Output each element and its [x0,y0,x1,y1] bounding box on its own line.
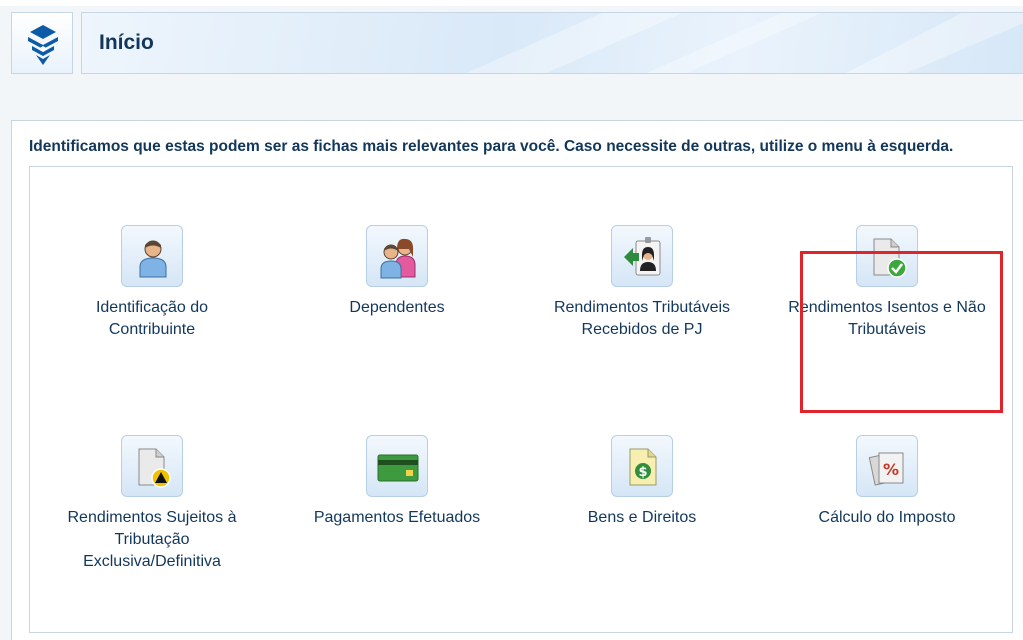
page-title: Início [99,31,154,54]
item-tile [611,225,673,287]
item-tile: % [856,435,918,497]
item-label: Dependentes [349,299,445,316]
credit-card-icon [377,454,419,482]
top-strip [0,0,1023,6]
tax-percent-icon: % [868,452,904,486]
receita-federal-logo-icon [28,25,58,65]
item-label: Rendimentos Tributáveis Recebidos de PJ [553,299,731,338]
item-bens-direitos[interactable]: $ Bens e Direitos [542,435,742,529]
item-label: Bens e Direitos [587,509,697,526]
item-label: Pagamentos Efetuados [313,509,481,526]
item-label: Identificação do Contribuinte [95,299,209,338]
item-label: Rendimentos Sujeitos à Tributação Exclus… [67,509,237,570]
item-tile [121,435,183,497]
content-panel: Identificamos que estas podem ser as fic… [11,120,1023,640]
item-tile [366,225,428,287]
item-rendimentos-tributacao-exclusiva[interactable]: Rendimentos Sujeitos à Tributação Exclus… [52,435,252,573]
item-rendimentos-tributaveis-pj[interactable]: Rendimentos Tributáveis Recebidos de PJ [542,225,742,341]
logo[interactable] [11,12,73,74]
item-pagamentos-efetuados[interactable]: Pagamentos Efetuados [297,435,497,529]
person-icon [139,240,167,278]
item-dependentes[interactable]: Dependentes [297,225,497,319]
svg-text:%: % [883,460,899,479]
document-warning-icon [138,448,171,488]
intro-text: Identificamos que estas podem ser as fic… [29,138,954,155]
items-grid: Identificação do Contribuinte Dependente… [29,166,1013,633]
page-header: Início [81,12,1023,74]
dependents-icon [380,238,416,279]
item-identificacao-contribuinte[interactable]: Identificação do Contribuinte [52,225,252,341]
badge-income-icon [624,237,661,276]
item-tile: $ [611,435,673,497]
item-label: Cálculo do Imposto [818,509,956,526]
highlight-box [800,251,1003,413]
money-document-icon: $ [629,448,657,486]
header-decoration [466,13,1023,73]
svg-text:$: $ [638,465,647,480]
item-tile [121,225,183,287]
item-tile [366,435,428,497]
item-calculo-imposto[interactable]: % Cálculo do Imposto [787,435,987,529]
